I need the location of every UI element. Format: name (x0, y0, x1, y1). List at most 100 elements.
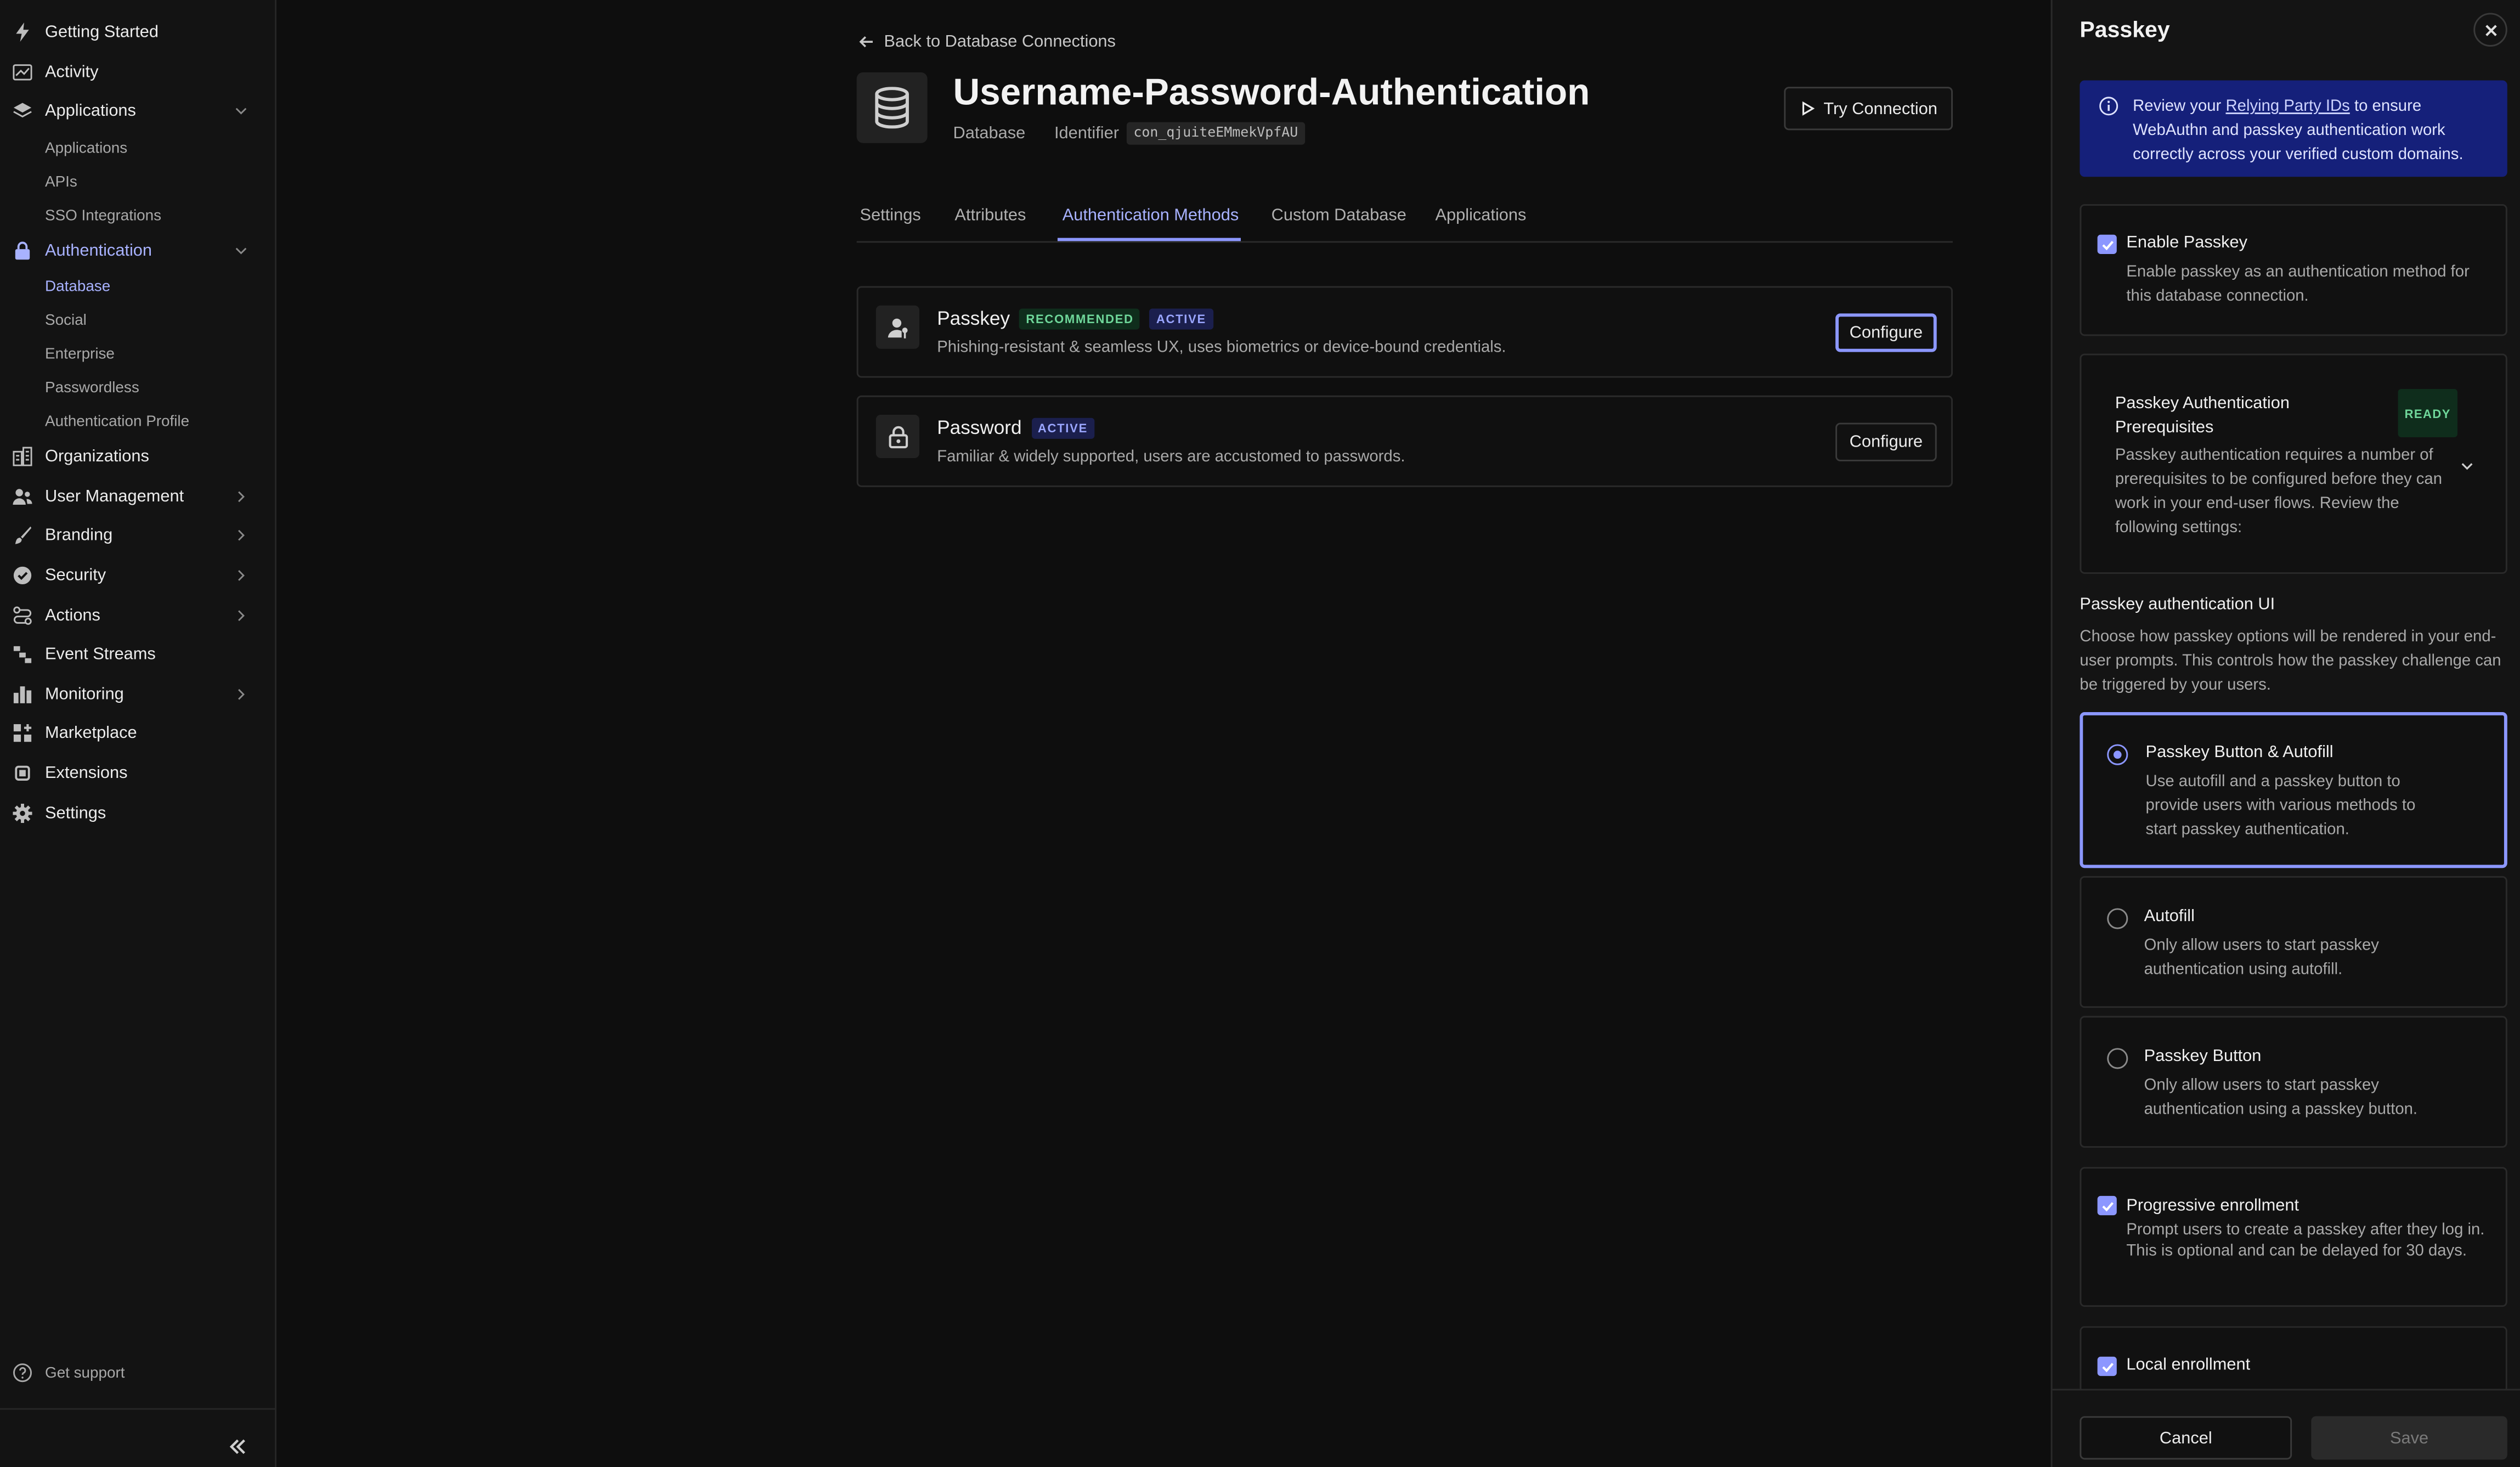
buildings-icon (13, 447, 32, 466)
tab-attributes[interactable]: Attributes (954, 206, 1026, 225)
back-link[interactable]: Back to Database Connections (858, 32, 1116, 52)
sidebar-item-label: Marketplace (45, 723, 137, 743)
padlock-icon (875, 414, 919, 459)
option-title: Passkey Button (2144, 1046, 2262, 1066)
chevron-down-icon (235, 108, 247, 115)
try-connection-label: Try Connection (1823, 99, 1937, 119)
method-card-passkey: Passkey RECOMMENDED ACTIVE Phishing-resi… (856, 286, 1953, 378)
sidebar-item-label: Actions (45, 606, 100, 625)
sidebar-subitem-applications[interactable]: Applications (45, 140, 127, 157)
relying-party-ids-link[interactable]: Relying Party IDs (2226, 98, 2350, 116)
radio-autofill[interactable] (2107, 908, 2128, 929)
connection-type: Database (953, 123, 1026, 143)
sidebar-item-label: Organizations (45, 447, 149, 466)
sidebar-subitem-apis[interactable]: APIs (45, 173, 77, 191)
sidebar-item-user-management[interactable]: User Management (0, 479, 276, 514)
tab-applications[interactable]: Applications (1435, 206, 1526, 225)
sidebar-subitem-enterprise[interactable]: Enterprise (45, 346, 115, 363)
progressive-enrollment-checkbox[interactable] (2097, 1195, 2117, 1216)
chevron-down-icon (2461, 463, 2473, 470)
sidebar-item-marketplace[interactable]: Marketplace (0, 715, 276, 751)
save-button[interactable]: Save (2311, 1416, 2507, 1460)
option-description: Use autofill and a passkey button to pro… (2145, 773, 2416, 839)
sidebar-item-label: Authentication (45, 241, 152, 261)
bolt-icon (16, 22, 29, 42)
activity-chart-icon (13, 64, 32, 81)
sidebar-subitem-authentication-profile[interactable]: Authentication Profile (45, 413, 189, 431)
cancel-button[interactable]: Cancel (2080, 1416, 2292, 1460)
method-name: Passkey (937, 307, 1010, 330)
ready-badge: READY (2398, 389, 2457, 437)
sidebar-item-label: Activity (45, 63, 99, 82)
get-support-label: Get support (45, 1364, 125, 1382)
sidebar-item-branding[interactable]: Branding (0, 517, 276, 552)
passkey-ui-description: Choose how passkey options will be rende… (2080, 628, 2501, 695)
layers-icon (13, 103, 32, 118)
identifier-label: Identifier (1054, 123, 1119, 143)
sidebar-subitem-database[interactable]: Database (45, 278, 110, 296)
sidebar-item-monitoring[interactable]: Monitoring (0, 677, 276, 712)
enable-passkey-title: Enable Passkey (2126, 233, 2248, 253)
sidebar-item-settings[interactable]: Settings (0, 795, 276, 831)
sidebar-item-event-streams[interactable]: Event Streams (0, 636, 276, 672)
sidebar-item-applications[interactable]: Applications (0, 93, 276, 128)
sidebar-item-actions[interactable]: Actions (0, 598, 276, 633)
sidebar-item-activity[interactable]: Activity (0, 55, 276, 90)
option-title: Autofill (2144, 906, 2195, 926)
option-passkey-button[interactable]: Passkey Button Only allow users to start… (2080, 1015, 2507, 1148)
close-icon (2484, 24, 2496, 36)
radio-passkey-button[interactable] (2107, 1048, 2128, 1069)
sidebar-item-label: Applications (45, 101, 136, 121)
sidebar-subitem-passwordless[interactable]: Passwordless (45, 379, 139, 397)
option-description: Only allow users to start passkey authen… (2144, 1077, 2418, 1119)
option-button-autofill[interactable]: Passkey Button & Autofill Use autofill a… (2080, 712, 2507, 868)
users-icon (13, 489, 32, 505)
sidebar-item-organizations[interactable]: Organizations (0, 439, 276, 474)
prerequisites-card[interactable]: Passkey Authentication Prerequisites REA… (2080, 353, 2507, 574)
checkmark-icon (2101, 1362, 2113, 1372)
enable-passkey-checkbox[interactable] (2097, 234, 2117, 254)
passkey-icon (875, 305, 919, 349)
method-name: Password (937, 416, 1022, 439)
prerequisites-title: Passkey Authentication Prerequisites (2115, 393, 2290, 437)
chevron-right-icon (238, 610, 245, 622)
info-banner-text: Review your Relying Party IDs to ensure … (2133, 95, 2489, 167)
enable-passkey-description: Enable passkey as an authentication meth… (2126, 263, 2470, 306)
sidebar-item-label: Extensions (45, 763, 128, 783)
tab-custom-database[interactable]: Custom Database (1272, 206, 1406, 225)
sidebar-subitem-social[interactable]: Social (45, 312, 87, 329)
option-autofill[interactable]: Autofill Only allow users to start passk… (2080, 876, 2507, 1008)
tab-authentication-methods[interactable]: Authentication Methods (1063, 206, 1239, 225)
progressive-enrollment-card: Progressive enrollment Prompt users to c… (2080, 1167, 2507, 1307)
try-connection-button[interactable]: Try Connection (1784, 87, 1953, 131)
database-icon (856, 72, 928, 143)
chevron-right-icon (238, 529, 245, 541)
gear-icon (13, 804, 32, 823)
active-badge: ACTIVE (1031, 417, 1094, 438)
progressive-enrollment-description: Prompt users to create a passkey after t… (2126, 1221, 2485, 1260)
collapse-sidebar-icon[interactable] (227, 1435, 249, 1458)
local-enrollment-checkbox[interactable] (2097, 1356, 2117, 1376)
sidebar-item-security[interactable]: Security (0, 558, 276, 593)
configure-passkey-button[interactable]: Configure (1835, 313, 1937, 352)
configure-password-button[interactable]: Configure (1835, 422, 1937, 461)
play-icon (1801, 101, 1814, 116)
method-description: Phishing-resistant & seamless UX, uses b… (937, 339, 1506, 357)
close-drawer-button[interactable] (2473, 13, 2507, 47)
sidebar-item-authentication[interactable]: Authentication (0, 233, 276, 268)
tab-settings[interactable]: Settings (860, 206, 921, 225)
sidebar-item-getting-started[interactable]: Getting Started (0, 14, 276, 49)
sidebar-subitem-sso-integrations[interactable]: SSO Integrations (45, 207, 161, 225)
sidebar-item-label: User Management (45, 487, 184, 506)
lock-icon (15, 241, 30, 260)
method-title: Passkey RECOMMENDED ACTIVE (937, 307, 1213, 330)
info-banner: Review your Relying Party IDs to ensure … (2080, 80, 2507, 177)
puzzle-icon (15, 765, 30, 781)
brush-icon (15, 526, 32, 544)
sidebar-item-extensions[interactable]: Extensions (0, 755, 276, 791)
radio-button-autofill[interactable] (2107, 744, 2128, 765)
recommended-badge: RECOMMENDED (1019, 308, 1140, 329)
chevron-down-icon (235, 247, 247, 255)
get-support-link[interactable]: Get support (13, 1363, 125, 1383)
chevron-right-icon (238, 570, 245, 581)
